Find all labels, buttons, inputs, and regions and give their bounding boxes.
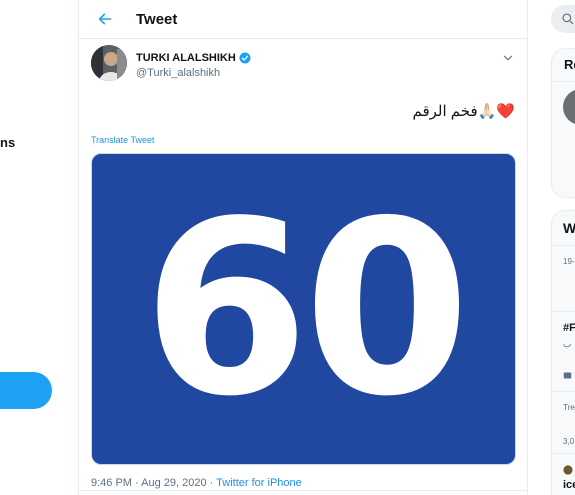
tweet-timestamp[interactable]: 9:46 PM · Aug 29, 2020 <box>91 477 207 489</box>
divider <box>552 391 575 392</box>
emoji-icon <box>563 465 573 475</box>
chevron-down-icon[interactable] <box>501 51 515 65</box>
search-icon <box>562 13 574 25</box>
trend-hashtag[interactable]: #F <box>563 322 575 334</box>
trend-title[interactable]: ice <box>563 479 575 491</box>
tweet-text: فخم الرقم🙏🏻❤️ <box>412 103 515 120</box>
trend-meta: 19- <box>563 257 575 266</box>
tweet: TURKI ALALSHIKH @Turki_alalshikh فخم الر… <box>79 45 527 489</box>
meta-separator: · <box>206 477 217 489</box>
avatar-photo-icon <box>91 45 127 81</box>
divider <box>79 490 527 491</box>
divider <box>552 245 575 246</box>
avatar[interactable] <box>563 89 575 125</box>
divider <box>552 81 575 82</box>
verified-badge-icon <box>239 52 251 64</box>
tweet-image-number: 60 <box>142 169 471 449</box>
twitter-page: ns Tweet TURKI ALALSHIKH @Turki_alalshik… <box>0 0 575 495</box>
tweet-image[interactable]: 60 <box>91 153 516 465</box>
card-title: Re <box>564 57 575 72</box>
trend-subtitle: ب <box>563 339 572 349</box>
author-name-text: TURKI ALALSHIKH <box>136 52 236 64</box>
divider <box>552 453 575 454</box>
translate-tweet-link[interactable]: Translate Tweet <box>91 135 515 145</box>
main-column: Tweet TURKI ALALSHIKH @Turki_alalshikh ف… <box>78 0 528 495</box>
trends-card: W 19- #F ب Tre 3,0 ice <box>551 210 575 495</box>
page-title: Tweet <box>136 10 178 28</box>
trend-count: 3,0 <box>563 437 575 446</box>
compose-tweet-button[interactable] <box>0 372 52 409</box>
relevant-people-card: Re <box>551 48 575 198</box>
arrow-left-icon <box>98 13 112 25</box>
right-column: Re W 19- #F ب Tre 3,0 ice <box>551 0 575 495</box>
back-button[interactable] <box>93 7 117 31</box>
card-title: W <box>563 220 575 236</box>
left-nav: ns <box>0 0 78 495</box>
tweet-source-link[interactable]: Twitter for iPhone <box>216 477 302 489</box>
author-name[interactable]: TURKI ALALSHIKH <box>136 52 251 64</box>
tweet-author: TURKI ALALSHIKH @Turki_alalshikh <box>91 45 515 91</box>
main-header: Tweet <box>79 0 527 39</box>
author-handle[interactable]: @Turki_alalshikh <box>136 67 220 79</box>
search-input[interactable] <box>551 5 575 33</box>
nav-item-label[interactable]: ns <box>0 135 15 150</box>
tweet-meta: 9:46 PM · Aug 29, 2020 · Twitter for iPh… <box>91 477 515 489</box>
trend-label: Tre <box>563 403 575 412</box>
divider <box>552 311 575 312</box>
image-icon <box>563 372 572 379</box>
avatar[interactable] <box>91 45 127 81</box>
